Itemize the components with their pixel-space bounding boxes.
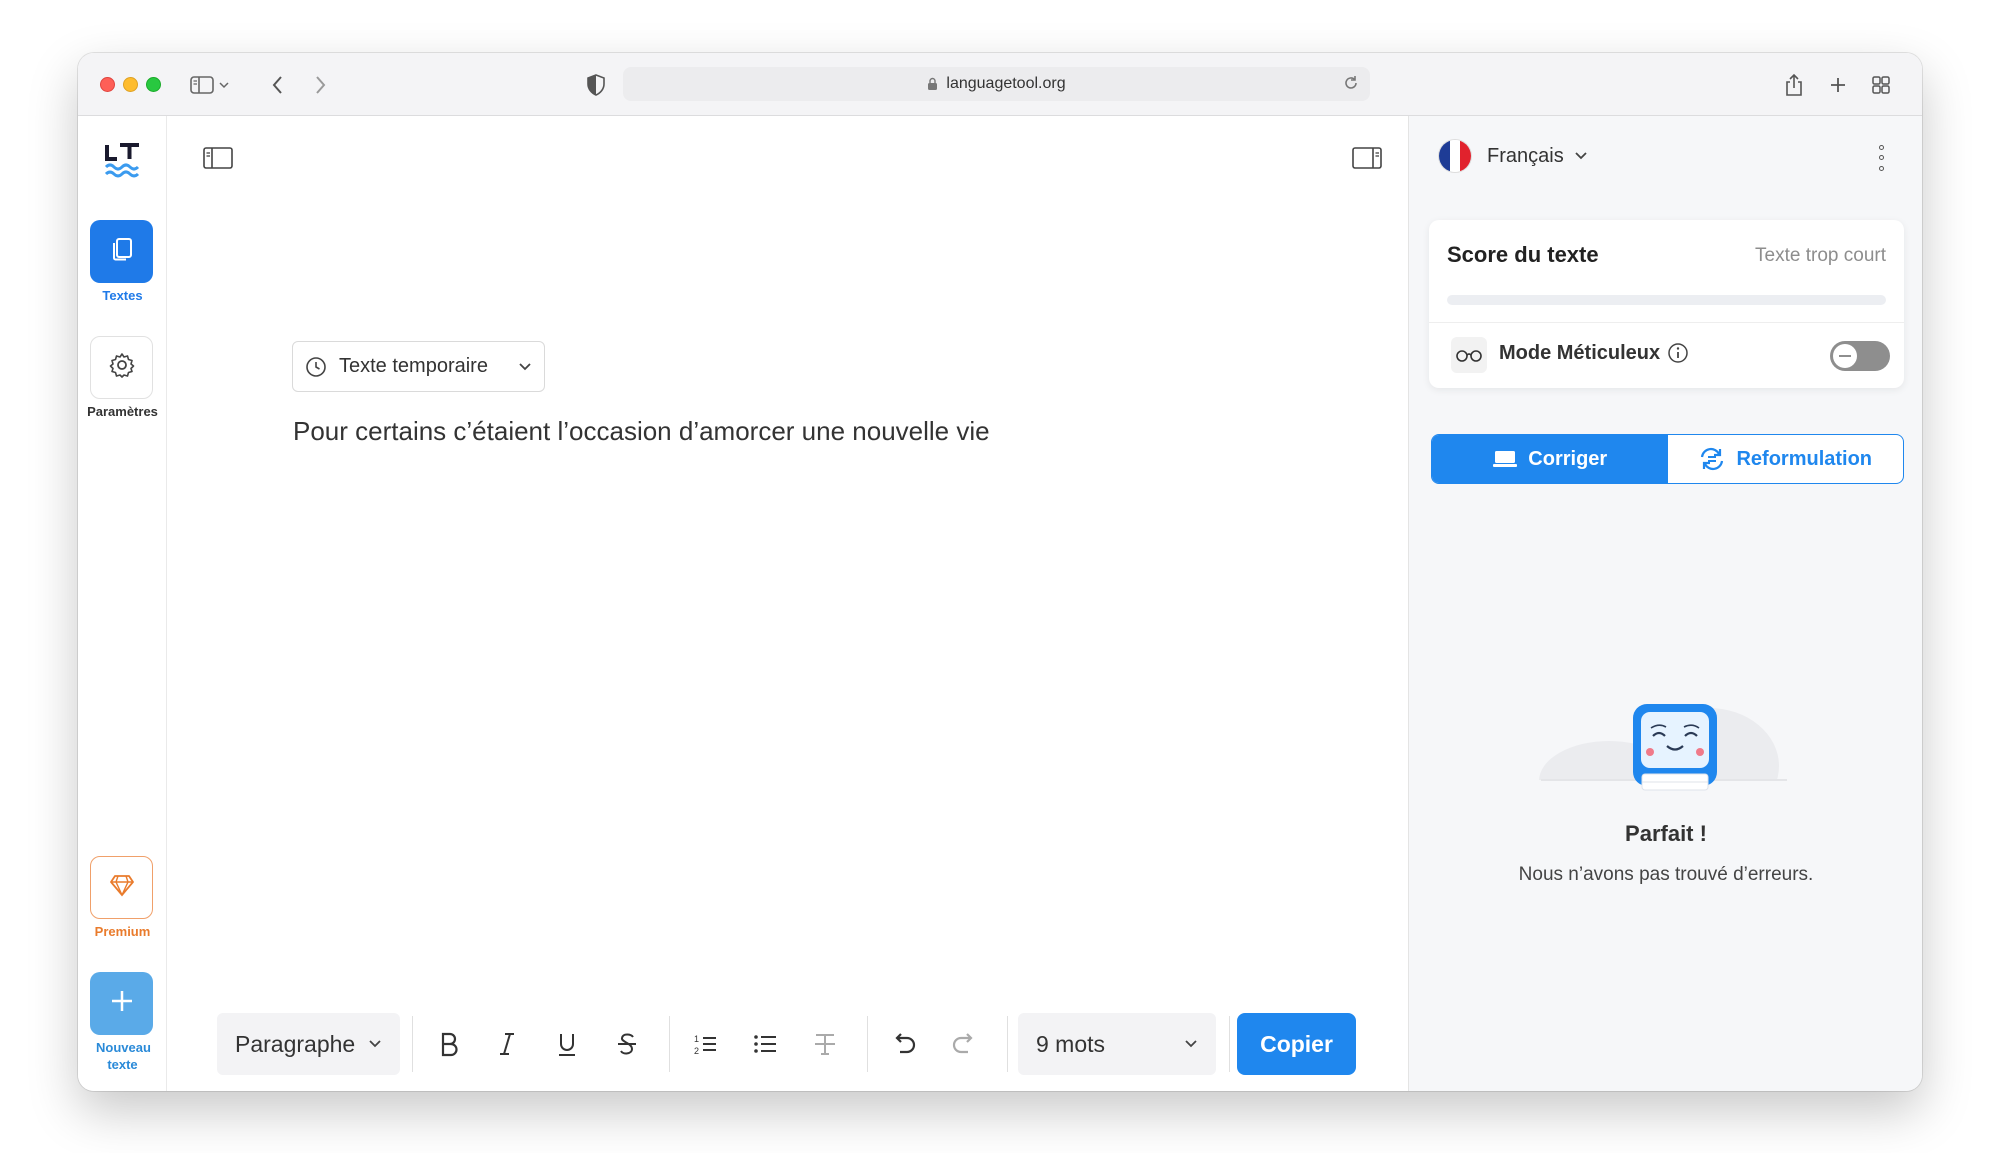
url-bar[interactable]: languagetool.org [623, 67, 1370, 101]
bold-icon[interactable] [429, 1024, 469, 1064]
svg-text:1: 1 [694, 1034, 699, 1044]
lock-icon [927, 77, 938, 91]
document-type-select[interactable]: Texte temporaire [292, 341, 545, 392]
tab-reformulation-label: Reformulation [1736, 447, 1873, 470]
nav-settings-button[interactable] [90, 336, 153, 399]
minimize-window-button[interactable] [123, 77, 138, 92]
document-type-label: Texte temporaire [339, 355, 488, 377]
chevron-down-icon [1574, 151, 1588, 161]
diamond-icon [109, 873, 135, 902]
documents-icon [111, 237, 133, 266]
tab-reformulation[interactable]: Reformulation [1668, 435, 1904, 483]
glasses-icon [1451, 337, 1487, 373]
nav-settings-label: Paramètres [87, 404, 158, 419]
word-count-select[interactable]: 9 mots [1018, 1013, 1216, 1075]
redo-icon[interactable] [944, 1024, 984, 1064]
happy-mascot-illustration [1539, 696, 1789, 824]
score-progress-bar [1447, 295, 1886, 305]
chevron-down-icon [518, 362, 532, 372]
toolbar-divider [669, 1016, 670, 1072]
new-text-button[interactable] [90, 972, 153, 1035]
reload-icon[interactable] [1342, 74, 1360, 97]
tab-corriger-label: Corriger [1528, 447, 1608, 470]
card-divider [1429, 322, 1904, 323]
clear-format-icon[interactable] [805, 1024, 845, 1064]
nav-textes-label: Textes [102, 288, 143, 303]
text-score-card: Score du texte Texte trop court Mode Mét… [1429, 220, 1904, 388]
toolbar-divider [1229, 1016, 1230, 1072]
nav-textes-button[interactable] [90, 220, 153, 283]
copy-button[interactable]: Copier [1237, 1013, 1356, 1075]
laptop-check-icon [1492, 449, 1518, 469]
url-text: languagetool.org [946, 75, 1066, 92]
new-text-label: Nouveau texte [96, 1040, 151, 1072]
nav-premium-label: Premium [94, 924, 151, 939]
browser-titlebar: languagetool.org [78, 53, 1922, 116]
nav-premium-button[interactable] [90, 856, 153, 919]
undo-icon[interactable] [884, 1024, 924, 1064]
forward-arrow-icon[interactable] [306, 71, 334, 99]
zoom-window-button[interactable] [146, 77, 161, 92]
picky-mode-toggle[interactable] [1830, 341, 1890, 371]
chevron-down-icon[interactable] [216, 71, 232, 99]
score-status: Texte trop court [1755, 245, 1886, 266]
more-options-icon[interactable] [1871, 142, 1891, 174]
rephrase-icon [1698, 447, 1726, 471]
gear-icon [109, 352, 135, 383]
strikethrough-icon[interactable] [607, 1024, 647, 1064]
toolbar-divider [412, 1016, 413, 1072]
sidebar-toggle-icon[interactable] [188, 71, 216, 99]
sidebar-collapse-icon[interactable] [201, 144, 235, 172]
language-selector[interactable]: Français [1439, 140, 1588, 172]
italic-icon[interactable] [487, 1024, 527, 1064]
underline-icon[interactable] [547, 1024, 587, 1064]
close-window-button[interactable] [100, 77, 115, 92]
score-title: Score du texte [1447, 242, 1599, 267]
mode-tabs: Corriger Reformulation [1431, 434, 1904, 484]
chevron-down-icon [1184, 1039, 1198, 1049]
toolbar-divider [867, 1016, 868, 1072]
word-count-label: 9 mots [1036, 1030, 1106, 1057]
result-subtitle: Nous n’avons pas trouvé d’erreurs. [1518, 864, 1814, 885]
plus-icon [109, 988, 135, 1019]
picky-mode-label: Mode Méticuleux [1499, 342, 1661, 364]
back-arrow-icon[interactable] [264, 71, 292, 99]
clock-icon [305, 356, 327, 378]
french-flag-icon [1439, 140, 1471, 172]
tab-corriger[interactable]: Corriger [1432, 435, 1668, 483]
left-navigation: Textes Paramètres Premium Nouveau texte [78, 116, 167, 1091]
svg-text:2: 2 [694, 1046, 699, 1056]
browser-window: languagetool.org Textes Paramètres Premi… [78, 53, 1922, 1091]
right-panel: Français Score du texte Texte trop court… [1408, 116, 1922, 1091]
language-label: Français [1487, 144, 1564, 167]
new-tab-icon[interactable] [1824, 71, 1852, 99]
editor-text-content[interactable]: Pour certains c’étaient l’occasion d’amo… [293, 416, 990, 447]
shield-icon[interactable] [582, 71, 610, 99]
editor-area: Texte temporaire Pour certains c’étaient… [167, 116, 1408, 1091]
numbered-list-icon[interactable]: 12 [685, 1024, 725, 1064]
toolbar-divider [1007, 1016, 1008, 1072]
panel-toggle-icon[interactable] [1350, 144, 1384, 172]
bullet-list-icon[interactable] [745, 1024, 785, 1064]
result-title: Parfait ! [1625, 821, 1707, 846]
languagetool-logo[interactable] [102, 140, 144, 180]
tab-overview-icon[interactable] [1867, 71, 1895, 99]
info-icon[interactable] [1667, 342, 1689, 369]
share-icon[interactable] [1780, 71, 1808, 99]
